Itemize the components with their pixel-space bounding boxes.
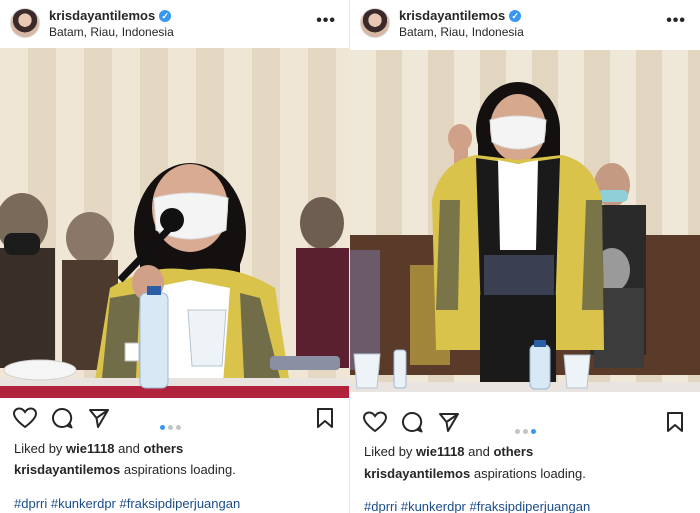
more-options-icon[interactable]: ••• — [666, 12, 686, 30]
verified-badge-icon: ✓ — [509, 10, 522, 22]
caption-username[interactable]: krisdayantilemos — [364, 466, 470, 481]
heart-icon[interactable] — [13, 407, 37, 429]
caption-text: aspirations loading. — [123, 462, 236, 477]
post-photo[interactable] — [350, 50, 700, 392]
likes-prefix: Liked by — [14, 441, 63, 456]
bookmark-icon[interactable] — [666, 411, 684, 433]
carousel-dot — [531, 429, 536, 434]
carousel-dot — [160, 425, 165, 430]
instagram-post-right: krisdayantilemos ✓ Batam, Riau, Indonesia… — [350, 0, 700, 513]
share-icon[interactable] — [438, 411, 460, 433]
location-link[interactable]: Batam, Riau, Indonesia — [49, 25, 174, 39]
location-link[interactable]: Batam, Riau, Indonesia — [399, 25, 524, 39]
caption-text: aspirations loading. — [473, 466, 586, 481]
likes-conjunction: and — [118, 441, 140, 456]
profile-avatar[interactable] — [360, 8, 390, 38]
verified-badge-icon: ✓ — [159, 10, 172, 22]
share-icon[interactable] — [88, 407, 110, 429]
bookmark-icon[interactable] — [316, 407, 334, 429]
liked-by-others[interactable]: others — [493, 444, 533, 459]
instagram-post-left: krisdayantilemos ✓ Batam, Riau, Indonesia… — [0, 0, 350, 513]
carousel-indicator — [160, 417, 184, 435]
comment-icon[interactable] — [51, 407, 73, 429]
carousel-dot — [176, 425, 181, 430]
likes-prefix: Liked by — [364, 444, 413, 459]
hashtags[interactable]: #dprri #kunkerdpr #fraksipdiperjuangan — [14, 496, 240, 511]
likes-summary[interactable]: Liked by wie1118 and others — [14, 441, 183, 456]
screenshot-collage: krisdayantilemos ✓ Batam, Riau, Indonesia… — [0, 0, 700, 513]
hashtags[interactable]: #dprri #kunkerdpr #fraksipdiperjuangan — [364, 499, 590, 513]
heart-icon[interactable] — [363, 411, 387, 433]
likes-summary[interactable]: Liked by wie1118 and others — [364, 444, 533, 459]
comment-icon[interactable] — [401, 411, 423, 433]
liked-by-others[interactable]: others — [143, 441, 183, 456]
post-header: krisdayantilemos ✓ Batam, Riau, Indonesia… — [0, 0, 350, 47]
carousel-dot — [515, 429, 520, 434]
liked-by-user[interactable]: wie1118 — [416, 444, 464, 459]
username-link[interactable]: krisdayantilemos ✓ — [49, 8, 172, 23]
post-header: krisdayantilemos ✓ Batam, Riau, Indonesia… — [350, 0, 700, 47]
carousel-indicator — [515, 421, 539, 439]
username-link[interactable]: krisdayantilemos ✓ — [399, 8, 522, 23]
carousel-dot — [523, 429, 528, 434]
post-actions — [0, 407, 350, 437]
post-actions — [350, 411, 700, 441]
post-photo[interactable] — [0, 48, 350, 398]
more-options-icon[interactable]: ••• — [316, 12, 336, 30]
post-caption: krisdayantilemos aspirations loading. — [14, 462, 236, 477]
carousel-dot — [168, 425, 173, 430]
post-caption: krisdayantilemos aspirations loading. — [364, 466, 586, 481]
caption-username[interactable]: krisdayantilemos — [14, 462, 120, 477]
photo-illustration — [0, 163, 350, 398]
liked-by-user[interactable]: wie1118 — [66, 441, 114, 456]
likes-conjunction: and — [468, 444, 490, 459]
photo-illustration — [350, 82, 700, 392]
username-text[interactable]: krisdayantilemos — [49, 8, 155, 23]
profile-avatar[interactable] — [10, 8, 40, 38]
username-text[interactable]: krisdayantilemos — [399, 8, 505, 23]
